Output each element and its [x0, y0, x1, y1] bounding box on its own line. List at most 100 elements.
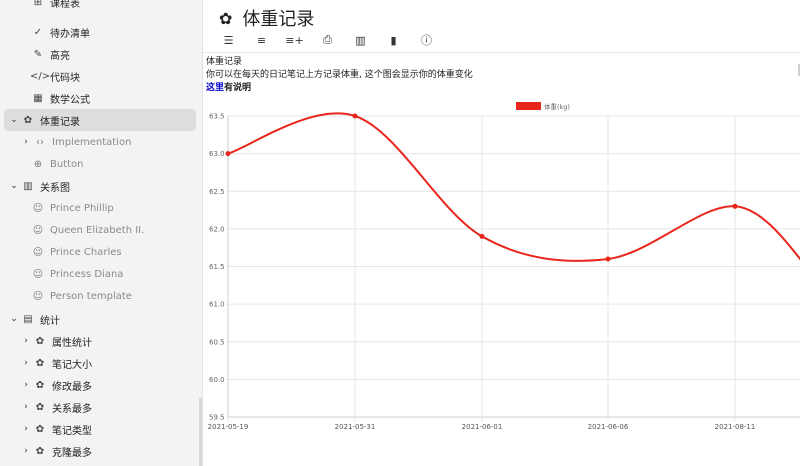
edit-note-icon[interactable]: ≡: [248, 30, 275, 50]
sidebar-item[interactable]: ⊞ 课程表: [4, 0, 196, 13]
stats-icon[interactable]: ▮: [380, 30, 407, 50]
y-tick-label: 63.5: [209, 113, 225, 121]
sidebar-item-label: Prince Phillip: [50, 202, 114, 214]
calculator-icon: ▦: [33, 92, 43, 104]
sidebar-item[interactable]: ⌄ ▥ 关系图: [4, 175, 196, 197]
legend-swatch: [516, 102, 541, 110]
chevron-right-icon[interactable]: ›: [20, 446, 32, 456]
sidebar-item[interactable]: ☺ Queen Elizabeth II.: [4, 219, 196, 241]
sidebar-item-label: 代码块: [50, 72, 80, 84]
map-icon: ▥: [23, 180, 33, 192]
puzzle-icon: ✿: [35, 379, 45, 391]
help-line: 这里有说明: [206, 82, 800, 95]
sidebar-item-label: 高亮: [50, 50, 70, 62]
data-point: [479, 233, 485, 239]
map-icon[interactable]: ▥: [347, 30, 374, 50]
y-tick-label: 60.0: [209, 376, 225, 384]
data-point: [732, 203, 738, 209]
sidebar-item-label: 关系最多: [52, 403, 92, 415]
sidebar-item[interactable]: ⊕ Button: [4, 153, 196, 175]
sidebar-item-label: 统计: [40, 315, 60, 327]
calculator-icon: ▤: [23, 313, 33, 325]
sidebar-item-label: 修改最多: [52, 381, 92, 393]
chevron-right-icon[interactable]: ›: [20, 137, 32, 147]
chevron-down-icon[interactable]: ⌄: [8, 314, 20, 324]
chevron-down-icon[interactable]: ⌄: [8, 115, 20, 125]
print-icon[interactable]: ⎙: [314, 30, 341, 50]
note-detail: ✿ 体重记录 ☰ ≡ ≡+ ⎙ ▥ ▮ ⓘ 体重记录 你可以在每天的日记笔记上方记录体重, …: [203, 0, 800, 466]
sidebar-item[interactable]: ☺ Prince Phillip: [4, 197, 196, 219]
y-tick-label: 61.5: [209, 263, 225, 271]
sidebar-item-label: 待办清单: [50, 28, 90, 40]
person-icon: ☺: [32, 224, 44, 236]
x-tick-label: 2021-06-06: [588, 423, 629, 431]
add-list-icon[interactable]: ≡+: [281, 30, 308, 50]
data-point: [225, 151, 231, 157]
sidebar-item-label: Person template: [50, 290, 132, 302]
puzzle-icon: ✿: [35, 445, 45, 457]
table-icon: ⊞: [33, 0, 43, 8]
help-link[interactable]: 这里: [206, 83, 224, 93]
y-tick-label: 59.5: [209, 414, 225, 422]
sidebar-item[interactable]: ⌄ ▤ 统计: [4, 308, 196, 330]
sidebar-scrollbar[interactable]: [199, 398, 202, 466]
weight-series-line: [227, 112, 800, 262]
sidebar-item[interactable]: › ‹› Implementation: [4, 131, 196, 153]
sidebar-item-label: 体重记录: [40, 116, 80, 128]
data-point: [352, 113, 358, 119]
sidebar-item[interactable]: ✓ 待办清单: [4, 21, 196, 43]
sidebar-item[interactable]: › ✿ 属性统计: [4, 330, 196, 352]
sidebar-item-label: Button: [50, 158, 84, 170]
note-content: 体重记录 你可以在每天的日记笔记上方记录体重, 这个图会显示你的体重变化 这里有…: [206, 56, 800, 95]
promoted-attributes-icon[interactable]: ☰: [215, 30, 242, 50]
legend-label: 体重(kg): [544, 102, 570, 111]
sidebar-item[interactable]: › ✿ 笔记大小: [4, 352, 196, 374]
x-tick-label: 2021-08-11: [715, 423, 756, 431]
sidebar-item-label: 笔记大小: [52, 359, 92, 371]
puzzle-icon: ✿: [35, 335, 45, 347]
sidebar-item[interactable]: ☺ Prince Charles: [4, 241, 196, 263]
globe-icon: ⊕: [33, 158, 43, 170]
content-heading: 体重记录: [206, 57, 243, 67]
sidebar-item[interactable]: › ✿ 修改最多: [4, 374, 196, 396]
sidebar-item-label: 属性统计: [52, 337, 92, 349]
info-icon[interactable]: ⓘ: [413, 30, 440, 50]
note-title[interactable]: 体重记录: [242, 5, 314, 31]
chevron-right-icon[interactable]: ›: [20, 380, 32, 390]
puzzle-icon: ✿: [35, 401, 45, 413]
sidebar-item[interactable]: › ✿ 笔记类型: [4, 418, 196, 440]
sidebar-item[interactable]: › ✿ 克隆最多: [4, 440, 196, 462]
chevron-right-icon[interactable]: ›: [20, 424, 32, 434]
chevron-right-icon[interactable]: ›: [20, 358, 32, 368]
pencil-icon: ✎: [33, 48, 43, 60]
weight-chart: 体重(kg) 63.5 63.0 62.5 62.0 61.5 61.0 60.5 60.0 59…: [208, 102, 800, 431]
person-icon: ☺: [32, 202, 44, 214]
sidebar-item[interactable]: ⌄ ✿ 体重记录: [4, 109, 196, 131]
y-tick-label: 62.0: [209, 225, 225, 233]
sidebar-item[interactable]: › ✿ 关系最多: [4, 396, 196, 418]
sidebar-item[interactable]: </> 代码块: [4, 65, 196, 87]
person-icon: ☺: [32, 246, 44, 258]
y-tick-label: 60.5: [209, 338, 225, 346]
data-point: [605, 256, 611, 262]
chevron-right-icon[interactable]: ›: [20, 402, 32, 412]
note-tree-sidebar: ⊞ 课程表 ✓ 待办清单 ✎ 高亮 </> 代码块 ▦ 数学公式 ⌄ ✿ 体重记录 › ‹› Implemen…: [0, 0, 203, 466]
sidebar-item[interactable]: ✎ 高亮: [4, 43, 196, 65]
x-tick-label: 2021-06-01: [462, 423, 503, 431]
puzzle-icon: ✿: [219, 8, 233, 28]
x-tick-label: 2021-05-19: [208, 423, 249, 431]
sidebar-item-label: Queen Elizabeth II.: [50, 224, 145, 236]
x-tick-label: 2021-05-31: [335, 423, 376, 431]
y-tick-label: 63.0: [209, 150, 225, 158]
chevron-down-icon[interactable]: ⌄: [8, 181, 20, 191]
sidebar-item[interactable]: ☺ Princess Diana: [4, 263, 196, 285]
code-icon: ‹›: [36, 136, 44, 148]
sidebar-item[interactable]: ☺ Person template: [4, 285, 196, 307]
sidebar-item-label: Implementation: [52, 136, 132, 148]
puzzle-icon: ✿: [35, 357, 45, 369]
checkmark-icon: ✓: [33, 26, 43, 38]
sidebar-item[interactable]: ▦ 数学公式: [4, 87, 196, 109]
person-icon: ☺: [32, 290, 44, 302]
chevron-right-icon[interactable]: ›: [20, 336, 32, 346]
code-icon: </>: [30, 70, 51, 82]
